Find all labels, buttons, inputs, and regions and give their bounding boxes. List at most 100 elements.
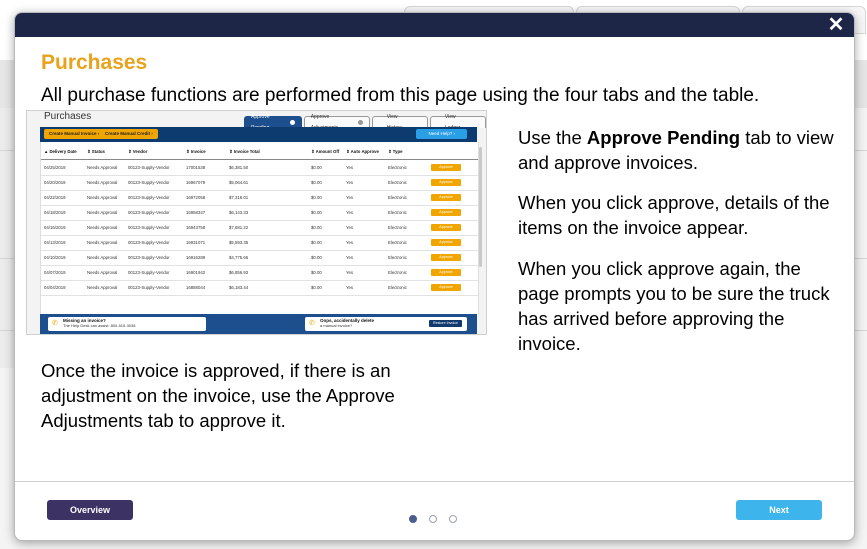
table-cell: $0.00: [311, 165, 322, 170]
close-icon[interactable]: ✕: [826, 15, 846, 35]
table-cell: $0.00: [311, 240, 322, 245]
table-row: 04/25/2019 Needs Approval 00123-Supply-Ven…: [41, 160, 478, 176]
table-cell: 16916289: [186, 255, 206, 260]
table-cell: Needs Approval: [87, 225, 118, 230]
table-cell: 00123-Supply-Vendor: [128, 285, 170, 290]
table-cell: 16967079: [186, 180, 206, 185]
table-cell: $6,856.93: [229, 270, 249, 275]
table-cell: Needs Approval: [87, 255, 118, 260]
table-cell: 00123-Supply-Vendor: [128, 255, 170, 260]
row-approve-button: Approve: [431, 179, 461, 186]
table-cell: 00123-Supply-Vendor: [128, 180, 170, 185]
table-cell: 16972058: [186, 195, 206, 200]
table-row: 04/20/2019 Needs Approval 00123-Supply-Ven…: [41, 175, 478, 191]
row-approve-button: Approve: [431, 269, 461, 276]
table-cell: 17001538: [186, 165, 206, 170]
table-cell: Needs Approval: [87, 270, 118, 275]
table-cell: 04/10/2019: [44, 255, 66, 260]
table-cell: Yes: [346, 255, 354, 260]
table-cell: $4,775.66: [229, 255, 249, 260]
column-header: ⇕ Status: [87, 149, 105, 154]
overview-button[interactable]: Overview: [47, 500, 133, 520]
phone-icon: ✆: [309, 320, 315, 327]
background-sidebar: [0, 108, 14, 368]
table-cell: Electronic: [388, 165, 407, 170]
row-approve-button: Approve: [431, 254, 461, 261]
column-header: ▲ Delivery Date: [44, 149, 77, 154]
intro-text: All purchase functions are performed fro…: [41, 85, 760, 106]
row-approve-button: Approve: [431, 284, 461, 291]
info-icon: [358, 120, 363, 125]
need-help-button: Need Help? ›: [416, 129, 467, 139]
table-row: 04/16/2019 Needs Approval 00123-Supply-Ven…: [41, 220, 478, 236]
table-cell: 00123-Supply-Vendor: [128, 240, 170, 245]
approve-pending-emphasis: Approve Pending: [586, 127, 741, 148]
table-cell: $5,064.61: [229, 180, 249, 185]
table-cell: 16888044: [186, 285, 206, 290]
screenshot-scrollbar: [479, 147, 482, 267]
modal-header: ✕: [15, 13, 854, 37]
table-cell: Needs Approval: [87, 210, 118, 215]
table-cell: $7,681.22: [229, 225, 249, 230]
info-icon: [290, 120, 295, 125]
table-cell: Needs Approval: [87, 285, 118, 290]
table-row: 04/04/2019 Needs Approval 00123-Supply-Ven…: [41, 280, 478, 296]
table-cell: Electronic: [388, 180, 407, 185]
table-cell: $6,143.33: [229, 210, 249, 215]
table-cell: 00123-Supply-Vendor: [128, 195, 170, 200]
screenshot-footer: ✆ Missing an invoice? The Help Desk can …: [40, 314, 477, 334]
row-approve-button: Approve: [431, 209, 461, 216]
table-cell: 16943758: [186, 225, 206, 230]
table-cell: $7,318.01: [229, 195, 249, 200]
pagination-dot[interactable]: [429, 515, 437, 523]
table-cell: Yes: [346, 195, 354, 200]
column-header: ⇕ Amount Off: [311, 149, 340, 154]
table-cell: Yes: [346, 165, 354, 170]
table-cell: 16958347: [186, 210, 206, 215]
column-header: ⇕ Invoice: [186, 149, 206, 154]
table-cell: 04/22/2019: [44, 195, 66, 200]
screenshot-toolbar: Create Manual Invoice › Create Manual Cr…: [40, 127, 477, 142]
explanation-paragraph-4: Once the invoice is approved, if there i…: [41, 360, 395, 431]
column-header: ⇕ Invoice Total: [229, 149, 260, 154]
table-cell: $0.00: [311, 285, 322, 290]
column-header: ⇕ Auto Approve: [346, 149, 379, 154]
row-approve-button: Approve: [431, 224, 461, 231]
row-approve-button: Approve: [431, 239, 461, 246]
table-cell: 04/25/2019: [44, 165, 66, 170]
screenshot-invoice-table: ▲ Delivery Date ⇕ Status ⇕ Vendor ⇕ Invoice…: [40, 142, 479, 314]
table-cell: Yes: [346, 210, 354, 215]
table-cell: 16931071: [186, 240, 206, 245]
table-cell: 04/16/2019: [44, 225, 66, 230]
table-row: 04/18/2019 Needs Approval 00123-Supply-Ven…: [41, 205, 478, 221]
table-cell: $6,381.50: [229, 165, 249, 170]
table-cell: Electronic: [388, 240, 407, 245]
table-cell: $6,183.44: [229, 285, 249, 290]
table-cell: Yes: [346, 285, 354, 290]
table-cell: 00123-Supply-Vendor: [128, 210, 170, 215]
table-cell: Needs Approval: [87, 195, 118, 200]
table-cell: $0.00: [311, 180, 322, 185]
table-header-row: ▲ Delivery Date ⇕ Status ⇕ Vendor ⇕ Invoice…: [41, 144, 478, 160]
phone-icon: ✆: [52, 320, 58, 327]
table-cell: Electronic: [388, 270, 407, 275]
table-cell: Yes: [346, 240, 354, 245]
table-cell: 04/13/2019: [44, 240, 66, 245]
row-approve-button: Approve: [431, 194, 461, 201]
column-header: ⇕ Type: [388, 149, 403, 154]
table-cell: $0.00: [311, 225, 322, 230]
table-cell: Needs Approval: [87, 165, 118, 170]
purchases-tutorial-modal: ✕ Purchases All purchase functions are p…: [14, 12, 855, 541]
next-button[interactable]: Next: [736, 500, 822, 520]
footer-divider: [15, 481, 854, 482]
table-cell: 04/07/2019: [44, 270, 66, 275]
table-cell: $0.00: [311, 195, 322, 200]
pagination-dot[interactable]: [449, 515, 457, 523]
table-cell: $5,593.35: [229, 240, 249, 245]
table-cell: Electronic: [388, 285, 407, 290]
table-cell: Electronic: [388, 195, 407, 200]
pagination-dot[interactable]: [409, 515, 417, 523]
create-manual-credit-button: Create Manual Credit ›: [100, 129, 158, 139]
table-cell: Electronic: [388, 255, 407, 260]
table-cell: Needs Approval: [87, 240, 118, 245]
